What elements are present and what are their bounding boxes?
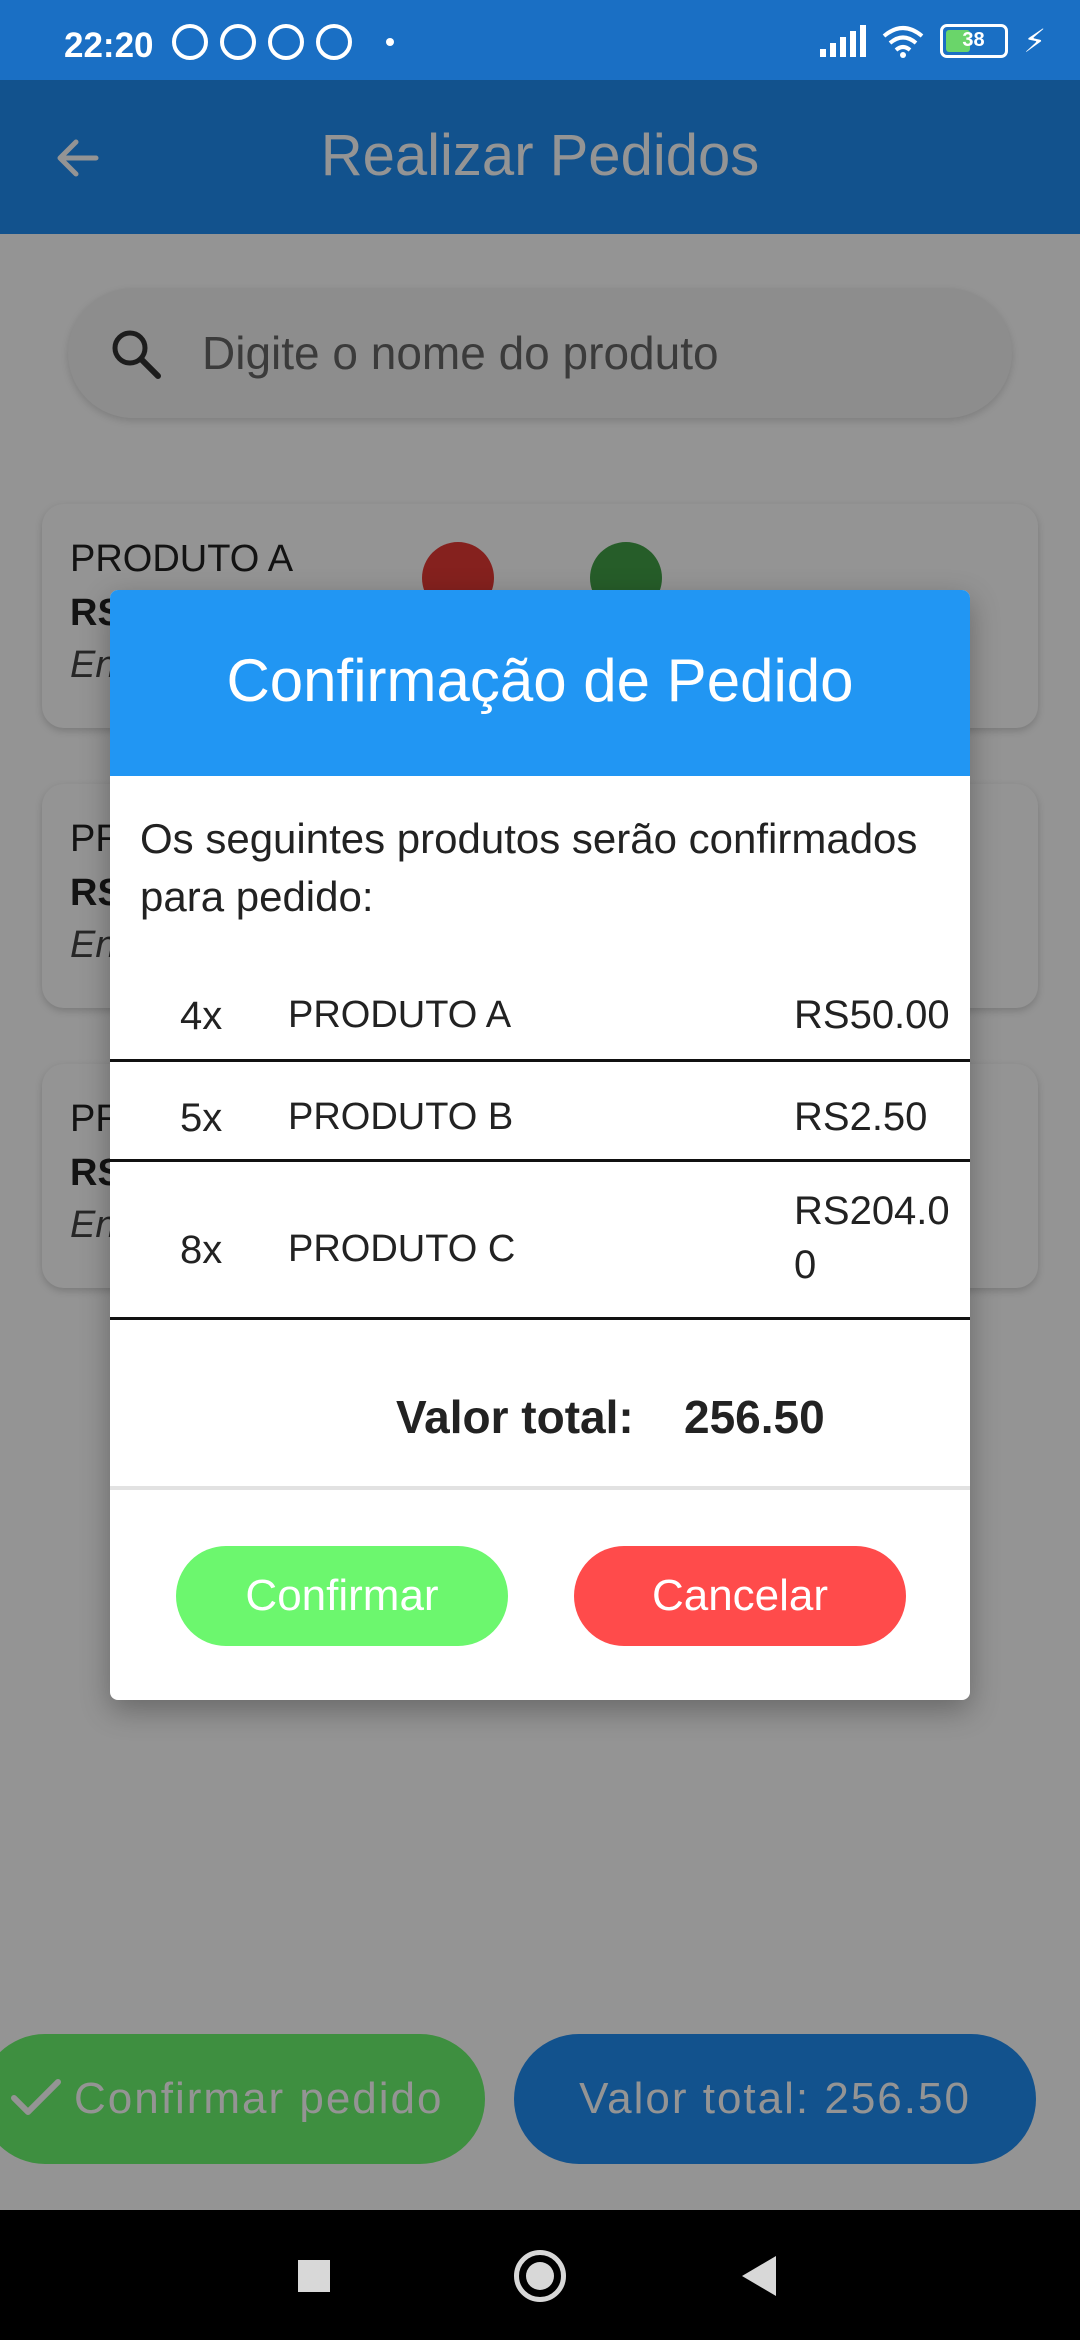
item-value: RS2.50 [794,1095,928,1139]
signal-icon [819,25,866,57]
battery-level: 38 [962,29,985,51]
app-icon [316,24,352,60]
item-name: PRODUTO B [288,1096,514,1138]
battery-icon: 38 [939,24,1008,58]
item-quantity: 4x [180,994,223,1038]
cancel-button[interactable]: Cancelar [574,1546,906,1646]
dialog-title: Confirmação de Pedido [226,647,854,714]
back-icon[interactable] [742,2256,776,2296]
order-confirmation-dialog: Confirmação de Pedido Os seguintes produ… [110,590,970,1700]
item-value: RS50.00 [794,993,950,1037]
total-label: Valor total: [396,1391,634,1443]
wifi-icon [882,26,923,58]
recents-icon[interactable] [298,2260,330,2292]
charging-icon: ⚡ [1023,23,1046,59]
total-value: 256.50 [684,1391,825,1443]
dialog-message: Os seguintes produtos serão confirmados … [140,815,918,920]
order-item-row: 4x PRODUTO A RS50.00 [110,950,970,1062]
home-icon[interactable] [514,2250,566,2302]
item-name: PRODUTO A [288,994,512,1036]
item-name: PRODUTO C [288,1228,516,1270]
confirm-button[interactable]: Confirmar [176,1546,508,1646]
item-quantity: 5x [180,1096,223,1140]
order-item-row: 8x PRODUTO C RS204.00 [110,1162,970,1320]
system-icons: 38 ⚡ [819,22,1046,60]
order-item-row: 5x PRODUTO B RS2.50 [110,1062,970,1162]
status-time: 22:20 [64,26,154,65]
dot-icon [386,38,394,46]
alarm-icon [172,24,208,60]
app-icon [268,24,304,60]
item-quantity: 8x [180,1228,223,1272]
status-bar: 22:20 38 ⚡ [0,0,1080,80]
system-nav-bar [0,2210,1080,2340]
whatsapp-icon [220,24,256,60]
item-value: RS204.00 [794,1189,950,1287]
divider [110,1486,970,1490]
notification-icons [172,24,394,60]
dialog-header: Confirmação de Pedido [110,590,970,776]
